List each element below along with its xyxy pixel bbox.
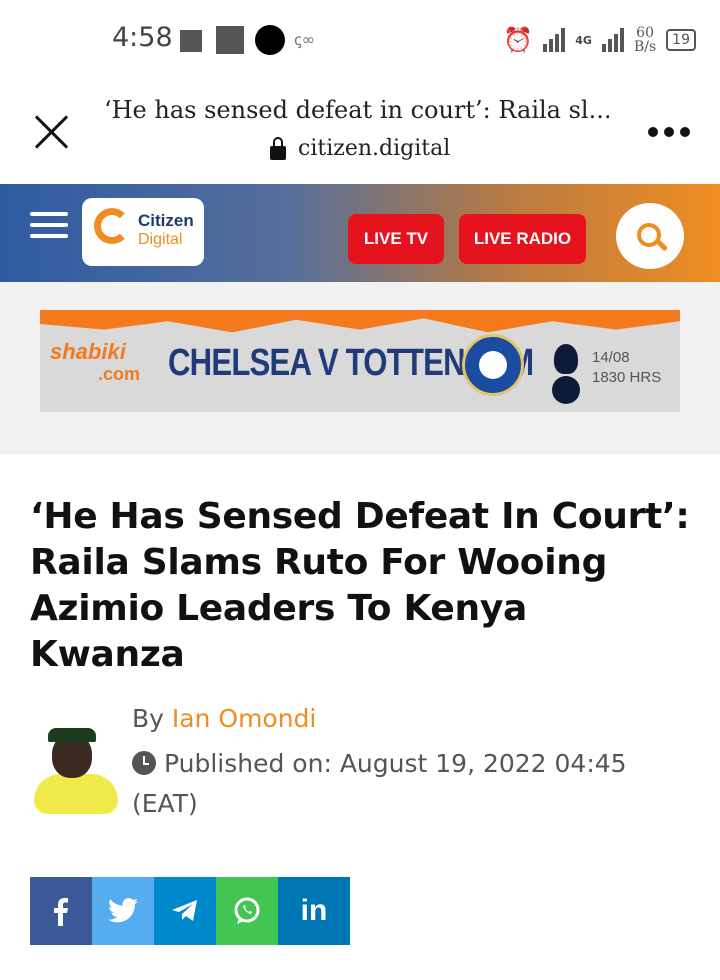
live-radio-button[interactable]: LIVE RADIO bbox=[459, 214, 586, 264]
menu-icon[interactable] bbox=[30, 212, 68, 238]
signal-2-icon bbox=[601, 28, 624, 52]
whatsapp-icon bbox=[234, 897, 260, 924]
tottenham-crest-icon bbox=[546, 334, 586, 410]
notification-dot-icon bbox=[255, 25, 285, 55]
alarm-icon: ⏰ bbox=[503, 26, 534, 54]
share-twitter-button[interactable] bbox=[92, 877, 154, 945]
status-bar: 4:58 ꞔ∞ ⏰ 4G 60 B/s 19 bbox=[0, 0, 720, 80]
url-bar[interactable]: citizen.digital bbox=[270, 136, 450, 161]
share-linkedin-button[interactable]: in bbox=[278, 877, 350, 945]
telegram-icon bbox=[172, 900, 197, 921]
facebook-icon bbox=[54, 898, 68, 926]
page-title: ‘He has sensed defeat in court’: Raila s… bbox=[104, 96, 609, 124]
network-speed: 60 B/s bbox=[634, 26, 656, 54]
network-type: 4G bbox=[575, 33, 592, 47]
speed-value: 60 bbox=[636, 25, 654, 41]
share-telegram-button[interactable] bbox=[154, 877, 216, 945]
share-whatsapp-button[interactable] bbox=[216, 877, 278, 945]
ad-brand-domain: .com bbox=[98, 364, 141, 384]
ad-date: 14/08 bbox=[592, 349, 630, 366]
battery-icon: 19 bbox=[666, 29, 696, 51]
clock-icon bbox=[132, 751, 156, 775]
ad-time: 1830 HRS bbox=[592, 369, 662, 386]
signal-icon bbox=[543, 28, 566, 52]
by-label: By bbox=[132, 704, 164, 733]
share-bar: in bbox=[30, 877, 350, 945]
carrefour-icon: ꞔ∞ bbox=[294, 30, 316, 49]
byline: By Ian Omondi bbox=[132, 704, 316, 733]
notification-square-icon bbox=[180, 30, 202, 52]
ad-datetime: 14/08 1830 HRS bbox=[592, 348, 661, 388]
citizen-digital-logo[interactable]: Citizen Digital bbox=[82, 198, 204, 266]
logo-line1: Citizen bbox=[138, 211, 194, 230]
linkedin-icon: in bbox=[300, 894, 328, 927]
system-status: ⏰ 4G 60 B/s 19 bbox=[503, 20, 696, 60]
author-link[interactable]: Ian Omondi bbox=[172, 704, 316, 733]
speed-unit: B/s bbox=[633, 39, 657, 55]
lock-icon bbox=[270, 136, 286, 160]
notification-gallery-icon bbox=[216, 26, 244, 54]
share-facebook-button[interactable] bbox=[30, 877, 92, 945]
article-headline: ‘He Has Sensed Defeat In Court’: Raila S… bbox=[30, 496, 690, 675]
url-text: citizen.digital bbox=[298, 136, 451, 161]
logo-line2: Digital bbox=[138, 231, 183, 248]
twitter-icon bbox=[108, 898, 138, 923]
ad-brand: shabiki bbox=[50, 339, 126, 364]
search-button[interactable] bbox=[616, 203, 684, 269]
more-options-icon[interactable] bbox=[648, 127, 690, 137]
ad-banner[interactable]: shabiki .com CHELSEA V TOTTENHAM 14/08 1… bbox=[40, 310, 680, 412]
status-time: 4:58 bbox=[112, 22, 173, 53]
publish-info: Published on: August 19, 2022 04:45 (EAT… bbox=[132, 744, 692, 824]
chelsea-crest-icon bbox=[462, 334, 524, 396]
publish-date: Published on: August 19, 2022 04:45 (EAT… bbox=[132, 749, 627, 818]
live-tv-button[interactable]: LIVE TV bbox=[348, 214, 444, 264]
author-avatar[interactable] bbox=[30, 724, 118, 816]
close-icon[interactable] bbox=[30, 110, 74, 154]
logo-mark-icon bbox=[94, 208, 130, 244]
